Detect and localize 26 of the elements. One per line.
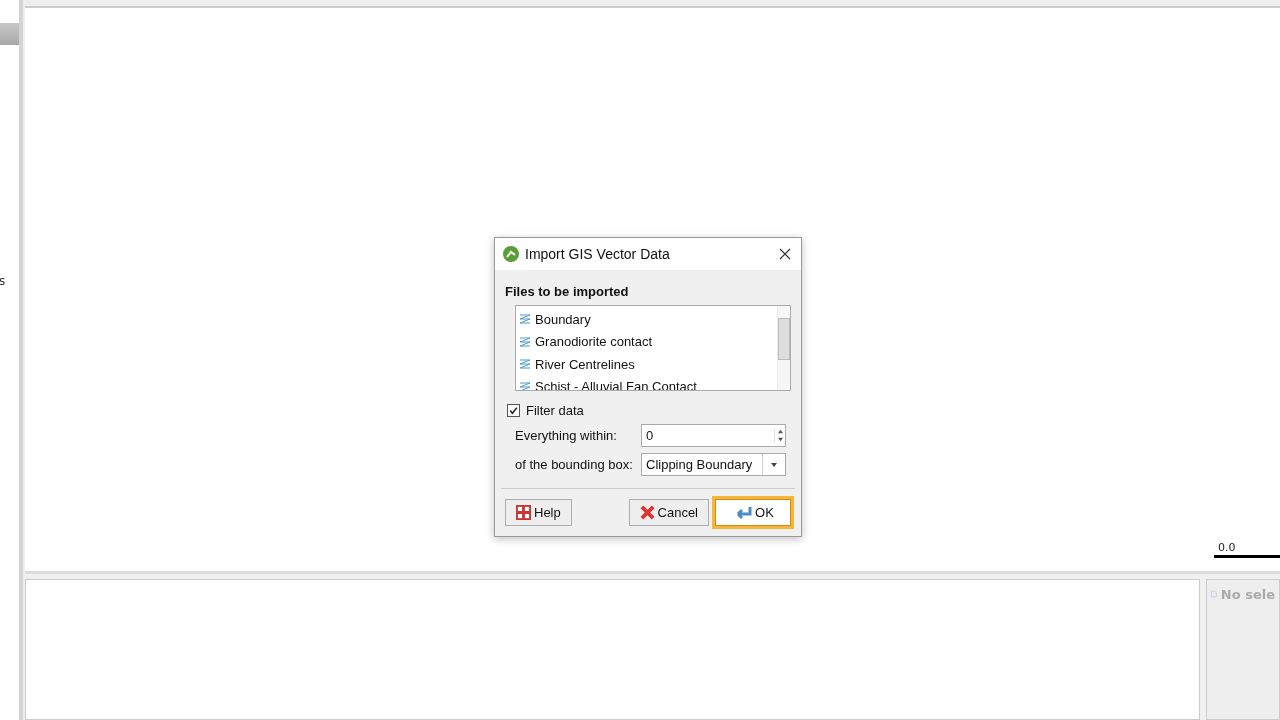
- panel-text: s: [0, 274, 6, 288]
- dropdown-arrow-icon[interactable]: [770, 461, 778, 468]
- distance-field[interactable]: 0: [641, 424, 786, 447]
- cross-icon: [639, 505, 655, 520]
- section-heading: Files to be imported: [505, 284, 630, 299]
- cancel-button[interactable]: Cancel: [628, 499, 709, 526]
- panel-message: No sele: [1220, 586, 1275, 602]
- dialog-title: Import GIS Vector Data: [525, 246, 671, 262]
- filter-checkbox[interactable]: [507, 404, 520, 417]
- panel-header: [0, 23, 19, 45]
- app-logo-icon: [503, 246, 519, 262]
- field-label: of the bounding box:: [515, 457, 634, 472]
- bounding-box-dropdown[interactable]: Clipping Boundary: [641, 453, 786, 476]
- field-label: Everything within:: [515, 428, 618, 443]
- scale-bar: [1214, 555, 1280, 558]
- checkbox-label: Filter data: [526, 403, 584, 418]
- down-arrow-icon[interactable]: [776, 437, 784, 442]
- up-arrow-icon[interactable]: [776, 429, 784, 434]
- close-icon[interactable]: [779, 248, 791, 260]
- file-item[interactable]: Boundary: [516, 308, 777, 331]
- file-item[interactable]: River Centrelines: [516, 353, 777, 376]
- file-item[interactable]: Granodiorite contact: [516, 330, 777, 353]
- help-button[interactable]: Help: [505, 499, 572, 526]
- scrollbar[interactable]: [777, 306, 790, 390]
- scale-label: 0.0: [1218, 541, 1236, 554]
- ok-button[interactable]: OK: [715, 499, 791, 526]
